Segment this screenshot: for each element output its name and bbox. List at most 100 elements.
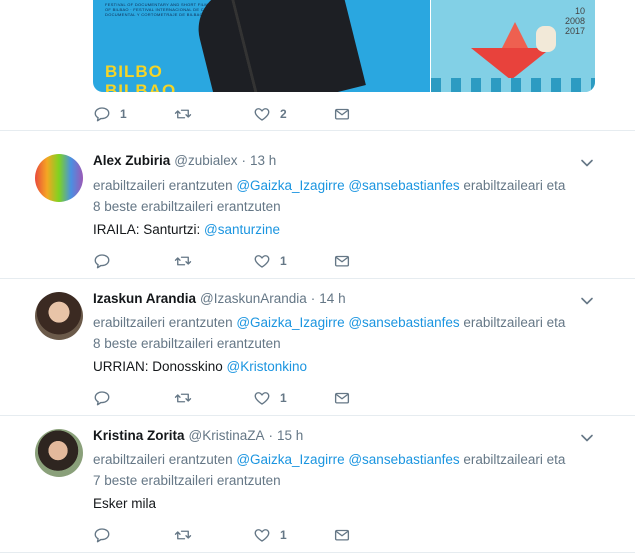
chevron-down-icon[interactable]	[580, 294, 594, 308]
replying-more[interactable]: 8 beste erabiltzaileri erantzuten	[93, 199, 281, 214]
replying-prefix: erabiltzaileri erantzuten	[93, 178, 237, 193]
replying-to: erabiltzaileri erantzuten @Gaizka_Izagir…	[93, 449, 593, 491]
like-button[interactable]: 1	[253, 389, 287, 407]
message-icon	[334, 255, 350, 267]
timestamp[interactable]: 14 h	[319, 291, 345, 306]
tweet-header: Izaskun Arandia @IzaskunArandia · 14 h	[93, 291, 346, 306]
direct-message-button[interactable]	[333, 389, 351, 407]
replying-more[interactable]: 8 beste erabiltzaileri erantzuten	[93, 336, 281, 351]
separator-dot: ·	[310, 291, 316, 306]
replying-suffix: erabiltzaileari eta	[459, 315, 566, 330]
replying-prefix: erabiltzaileri erantzuten	[93, 452, 237, 467]
mention-link[interactable]: @Gaizka_Izagirre	[236, 452, 344, 467]
like-icon	[254, 529, 270, 542]
retweet-button[interactable]	[174, 389, 201, 407]
retweet-button[interactable]	[174, 526, 201, 544]
reply-button[interactable]	[93, 389, 120, 407]
tweet-actions: 1	[93, 526, 363, 544]
separator-dot: ·	[241, 153, 247, 168]
reply-button[interactable]	[93, 252, 120, 270]
mention-link[interactable]: @Gaizka_Izagirre	[236, 315, 344, 330]
tweet-item[interactable]: Kristina Zorita @KristinaZA · 15 h erabi…	[0, 416, 635, 553]
fullname[interactable]: Izaskun Arandia	[93, 291, 196, 306]
retweet-button[interactable]	[174, 252, 201, 270]
like-count: 2	[280, 107, 287, 121]
boat-sail	[501, 22, 529, 50]
separator-dot: ·	[268, 428, 274, 443]
timestamp[interactable]: 13 h	[250, 153, 276, 168]
replying-suffix: erabiltzaileari eta	[459, 452, 566, 467]
like-count: 1	[280, 391, 287, 405]
like-icon	[254, 392, 270, 405]
retweet-icon	[174, 109, 192, 119]
reply-icon	[94, 254, 110, 269]
mention-link[interactable]: @Gaizka_Izagirre	[236, 178, 344, 193]
reply-icon	[94, 391, 110, 406]
retweet-icon	[174, 256, 192, 266]
avatar[interactable]	[35, 292, 83, 340]
replying-prefix: erabiltzaileri erantzuten	[93, 315, 237, 330]
reply-icon	[94, 107, 110, 122]
mention-link[interactable]: @Kristonkino	[227, 359, 308, 374]
media-image-poster[interactable]: FESTIVAL OF DOCUMENTARY AND SHORT FILM O…	[93, 0, 430, 92]
chevron-down-icon[interactable]	[580, 156, 594, 170]
tweet-top: FESTIVAL OF DOCUMENTARY AND SHORT FILM O…	[0, 0, 635, 131]
poster-years: 10 2008 2017	[564, 6, 585, 36]
message-icon	[334, 392, 350, 404]
like-button[interactable]: 1	[253, 526, 287, 544]
robot-figure	[536, 26, 556, 52]
retweet-icon	[174, 530, 192, 540]
tweet-header: Kristina Zorita @KristinaZA · 15 h	[93, 428, 303, 443]
direct-message-button[interactable]	[333, 252, 351, 270]
reply-button[interactable]: 1	[93, 105, 127, 123]
tweet-actions: 1	[93, 389, 363, 407]
timestamp[interactable]: 15 h	[277, 428, 303, 443]
poster-small-text: FESTIVAL OF DOCUMENTARY AND SHORT FILM O…	[105, 2, 212, 17]
username[interactable]: @IzaskunArandia	[200, 291, 307, 306]
tweet-text: Esker mila	[93, 496, 156, 511]
retweet-icon	[174, 393, 192, 403]
mention-link[interactable]: @sansebastianfes	[348, 178, 459, 193]
direct-message-button[interactable]	[333, 526, 351, 544]
message-icon	[334, 108, 350, 120]
tweet-text: IRAILA: Santurtzi: @santurzine	[93, 222, 280, 237]
tweet-header: Alex Zubiria @zubialex · 13 h	[93, 153, 276, 168]
tweet-item[interactable]: Alex Zubiria @zubialex · 13 h erabiltzai…	[0, 138, 635, 279]
tweet-item[interactable]: Izaskun Arandia @IzaskunArandia · 14 h e…	[0, 279, 635, 416]
fullname[interactable]: Alex Zubiria	[93, 153, 170, 168]
tweet-actions: 1 2	[93, 105, 363, 123]
like-icon	[254, 108, 270, 121]
direct-message-button[interactable]	[333, 105, 351, 123]
like-icon	[254, 255, 270, 268]
avatar[interactable]	[35, 429, 83, 477]
mention-link[interactable]: @sansebastianfes	[348, 452, 459, 467]
replying-suffix: erabiltzaileari eta	[459, 178, 566, 193]
replying-to: erabiltzaileri erantzuten @Gaizka_Izagir…	[93, 175, 593, 217]
tweet-text-content: URRIAN: Donosskino	[93, 359, 227, 374]
poster-title: BILBO BILBAO	[105, 62, 177, 92]
like-count: 1	[280, 254, 287, 268]
reply-button[interactable]	[93, 526, 120, 544]
message-icon	[334, 529, 350, 541]
avatar[interactable]	[35, 154, 83, 202]
replying-to: erabiltzaileri erantzuten @Gaizka_Izagir…	[93, 312, 593, 354]
poster-figure	[190, 0, 366, 92]
tweet-text: URRIAN: Donosskino @Kristonkino	[93, 359, 307, 374]
replying-more[interactable]: 7 beste erabiltzaileri erantzuten	[93, 473, 281, 488]
username[interactable]: @zubialex	[174, 153, 237, 168]
tweet-actions: 1	[93, 252, 363, 270]
mention-link[interactable]: @santurzine	[204, 222, 280, 237]
like-button[interactable]: 1	[253, 252, 287, 270]
username[interactable]: @KristinaZA	[189, 428, 265, 443]
like-count: 1	[280, 528, 287, 542]
mention-link[interactable]: @sansebastianfes	[348, 315, 459, 330]
reply-count: 1	[120, 107, 127, 121]
fullname[interactable]: Kristina Zorita	[93, 428, 185, 443]
media-image-boat[interactable]: 10 2008 2017	[431, 0, 595, 92]
retweet-button[interactable]	[174, 105, 201, 123]
like-button[interactable]: 2	[253, 105, 287, 123]
reply-icon	[94, 528, 110, 543]
tweet-text-content: IRAILA: Santurtzi:	[93, 222, 205, 237]
tweet-text-content: Esker mila	[93, 496, 157, 511]
chevron-down-icon[interactable]	[580, 431, 594, 445]
